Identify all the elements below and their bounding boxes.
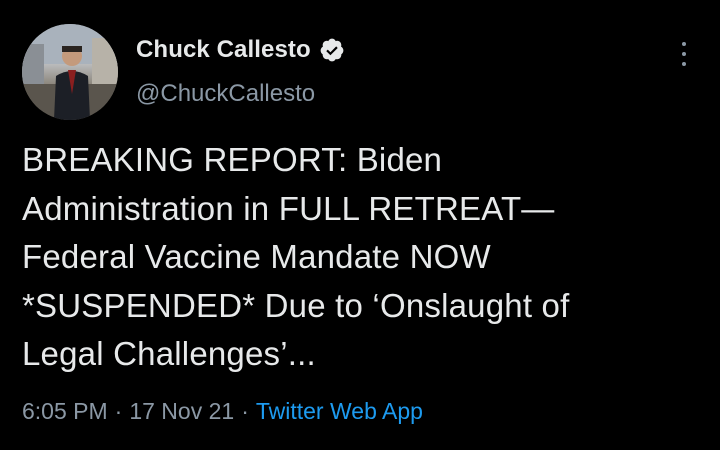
tweet-metadata: 6:05 PM · 17 Nov 21 · Twitter Web App <box>22 398 423 425</box>
author-name-row[interactable]: Chuck Callesto <box>136 36 345 64</box>
dot <box>682 42 686 46</box>
dot <box>682 52 686 56</box>
tweet-text-line: BREAKING REPORT: Biden <box>22 141 443 178</box>
tweet-text-line: Federal Vaccine Mandate NOW <box>22 238 491 275</box>
author-display-name[interactable]: Chuck Callesto <box>136 36 311 64</box>
tweet-text-line: Administration in FULL RETREAT— <box>22 189 555 227</box>
tweet-text-line: *SUSPENDED* Due to ‘Onslaught of <box>22 286 570 324</box>
more-options-icon[interactable] <box>674 40 694 68</box>
verified-badge-icon <box>320 38 344 62</box>
tweet-date[interactable]: 17 Nov 21 <box>129 398 234 425</box>
avatar[interactable] <box>22 24 118 120</box>
tweet-card: Chuck Callesto @ChuckCallesto BREAKING R… <box>0 0 720 450</box>
meta-separator: · <box>241 398 249 424</box>
tweet-time[interactable]: 6:05 PM <box>22 398 108 425</box>
tweet-source-link[interactable]: Twitter Web App <box>256 398 423 425</box>
meta-separator: · <box>114 398 123 424</box>
dot <box>682 62 686 66</box>
author-handle[interactable]: @ChuckCallesto <box>136 80 315 108</box>
avatar-photo <box>22 24 118 120</box>
tweet-text: BREAKING REPORT: Biden Administration in… <box>22 136 702 379</box>
tweet-text-line: Legal Challenges’... <box>22 335 316 372</box>
